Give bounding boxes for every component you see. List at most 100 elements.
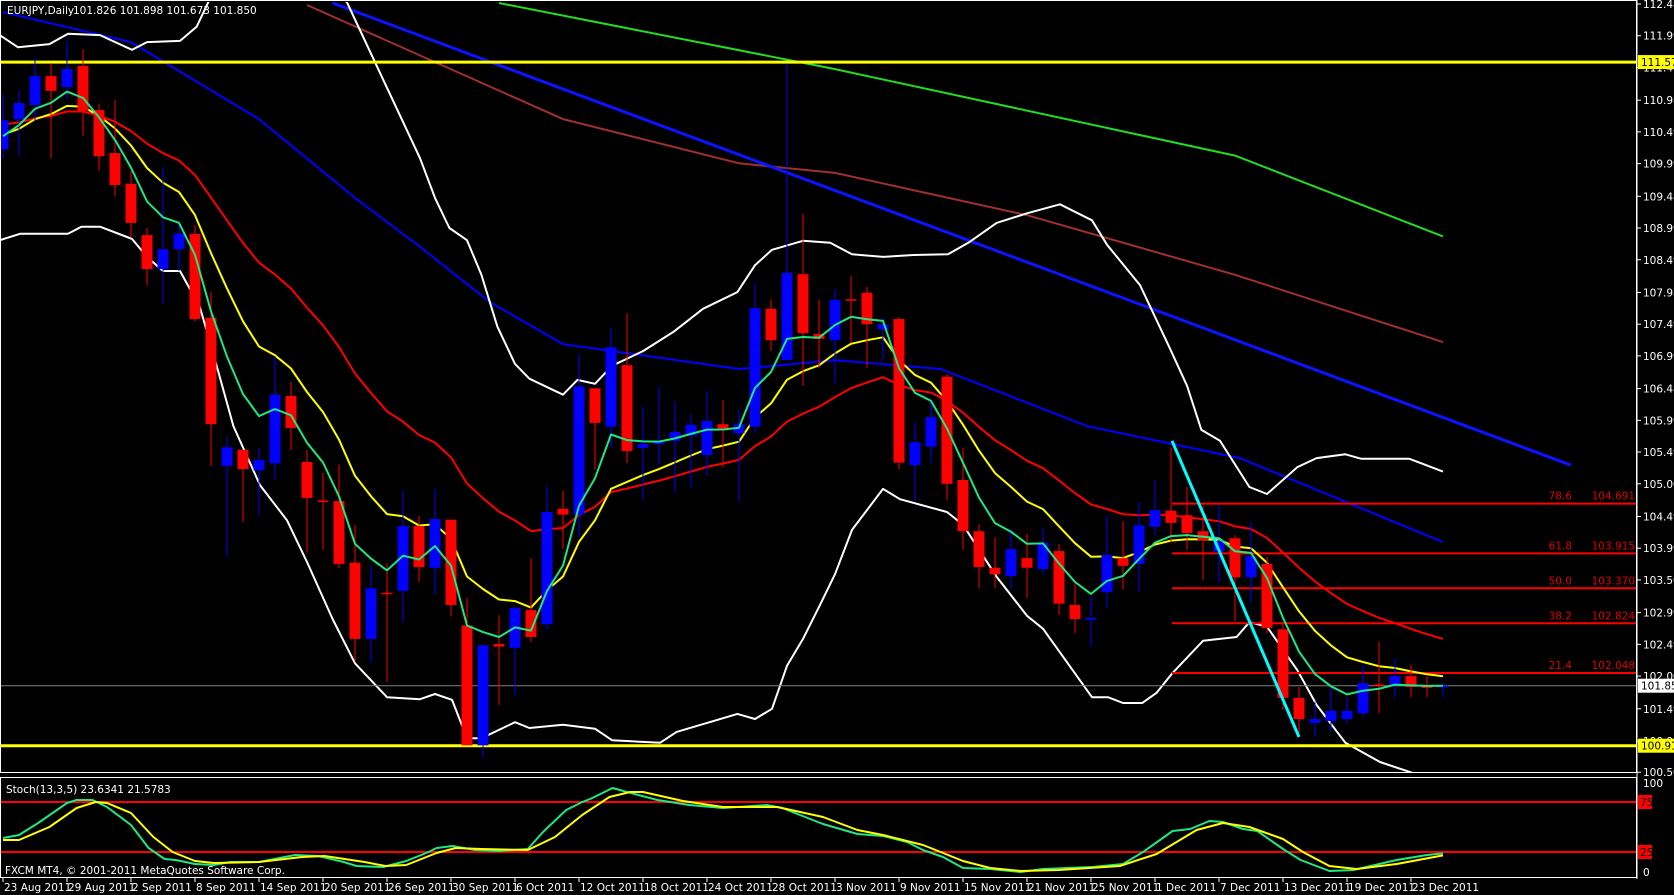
candle[interactable]: [189, 224, 201, 322]
fib-price-label: 103.370: [1592, 575, 1635, 587]
candle-body: [221, 447, 233, 466]
candle-body: [1085, 617, 1097, 620]
candle-body: [637, 444, 649, 448]
candle-body: [125, 183, 137, 223]
stoch-tick-label: 0: [1643, 867, 1650, 879]
candle-body: [829, 299, 841, 341]
time-tick-label: 9 Nov 2011: [900, 882, 961, 894]
candle-body: [317, 500, 329, 502]
time-tick-label: 1 Dec 2011: [1156, 882, 1216, 894]
candle-body: [13, 103, 25, 120]
candle-body: [1309, 719, 1321, 723]
fib-price-label: 102.048: [1592, 660, 1635, 672]
price-tick-label: 105.990: [1643, 415, 1674, 427]
symbol-label: EURJPY,Daily: [7, 5, 74, 17]
time-tick-label: 20 Sep 2011: [324, 882, 391, 894]
hline-price-tag: 100.914: [1641, 741, 1674, 753]
current-price-tag: 101.850: [1641, 681, 1674, 693]
candle-body: [1181, 515, 1193, 534]
candle-body: [1373, 684, 1385, 686]
candle[interactable]: [1261, 556, 1273, 634]
candle-body: [429, 519, 441, 568]
candle-body: [557, 508, 569, 515]
candle-body: [925, 417, 937, 447]
price-tick-label: 109.995: [1643, 159, 1674, 171]
candle-body: [1149, 510, 1161, 527]
time-tick-label: 25 Nov 2011: [1092, 882, 1159, 894]
candle-body: [893, 319, 905, 463]
fib-percent-label: 50.0: [1549, 575, 1572, 587]
fib-percent-label: 78.6: [1549, 491, 1573, 503]
fib-percent-label: 38.2: [1549, 610, 1572, 622]
price-tick-label: 110.985: [1643, 95, 1674, 107]
time-tick-label: 6 Oct 2011: [516, 882, 574, 894]
candle-body: [461, 625, 473, 746]
candle-body: [269, 394, 281, 464]
candle-body: [109, 153, 121, 186]
copyright-label: FXCM MT4, © 2001-2011 MetaQuotes Softwar…: [5, 865, 285, 877]
time-tick-label: 2 Sep 2011: [132, 882, 192, 894]
price-tick-label: 103.995: [1643, 543, 1674, 555]
candle[interactable]: [477, 644, 489, 757]
time-tick-label: 3 Nov 2011: [836, 882, 897, 894]
candle-body: [573, 386, 585, 515]
candle-body: [413, 526, 425, 568]
candle-body: [1293, 697, 1305, 720]
candle-body: [1069, 604, 1081, 620]
candle-body: [749, 308, 761, 427]
price-tick-label: 109.485: [1643, 191, 1674, 203]
price-tick-label: 106.995: [1643, 351, 1674, 363]
price-tick-label: 101.490: [1643, 704, 1674, 716]
time-tick-label: 8 Sep 2011: [196, 882, 256, 894]
price-tick-label: 108.990: [1643, 223, 1674, 235]
price-tick-label: 102.990: [1643, 608, 1674, 620]
candle[interactable]: [893, 317, 905, 470]
candle-body: [205, 317, 217, 425]
time-tick-label: 19 Dec 2011: [1348, 882, 1415, 894]
candle-body: [589, 388, 601, 423]
candle-body: [1229, 538, 1241, 578]
price-tick-label: 105.495: [1643, 447, 1674, 459]
candle-body: [909, 442, 921, 466]
time-tick-label: 29 Aug 2011: [68, 882, 135, 894]
price-tick-label: 107.985: [1643, 287, 1674, 299]
time-tick-label: 21 Nov 2011: [1028, 882, 1095, 894]
candle-body: [701, 420, 713, 455]
price-tick-label: 105.000: [1643, 479, 1674, 491]
time-tick-label: 26 Sep 2011: [388, 882, 455, 894]
price-tick-label: 103.500: [1643, 575, 1674, 587]
fib-price-label: 104.691: [1592, 491, 1635, 503]
hline-price-tag: 111.579: [1641, 57, 1674, 69]
candle-body: [605, 347, 617, 427]
candle-body: [237, 449, 249, 470]
candle-body: [541, 511, 553, 625]
candle-body: [1101, 554, 1113, 593]
fib-percent-label: 21.4: [1549, 660, 1573, 672]
candle-body: [253, 460, 265, 471]
candle-body: [157, 249, 169, 270]
stoch-level-tag: 25: [1640, 847, 1653, 859]
price-tick-label: 102.495: [1643, 639, 1674, 651]
chart-window[interactable]: 78.6 104.691 61.8 103.915 50.0 103.370 38.2 102…: [0, 0, 1674, 895]
price-tick-label: 111.990: [1643, 31, 1674, 43]
candle-body: [1341, 710, 1353, 720]
candle-body: [1165, 510, 1177, 523]
candle-body: [957, 479, 969, 532]
price-tick-label: 112.485: [1643, 0, 1674, 11]
price-tick-label: 108.495: [1643, 255, 1674, 267]
time-tick-label: 12 Oct 2011: [580, 882, 645, 894]
fib-percent-label: 61.8: [1549, 540, 1572, 552]
candle-body: [45, 76, 57, 91]
candle-body: [989, 567, 1001, 575]
time-tick-label: 7 Dec 2011: [1220, 882, 1280, 894]
candle-body: [29, 76, 41, 105]
time-tick-label: 15 Nov 2011: [964, 882, 1031, 894]
candle-body: [1021, 558, 1033, 568]
candle-body: [973, 531, 985, 568]
time-tick-label: 24 Oct 2011: [708, 882, 773, 894]
fib-price-label: 102.824: [1592, 610, 1636, 622]
candle-body: [301, 461, 313, 498]
time-tick-label: 23 Dec 2011: [1412, 882, 1479, 894]
candle-body: [765, 308, 777, 341]
fib-price-label: 103.915: [1592, 540, 1635, 552]
